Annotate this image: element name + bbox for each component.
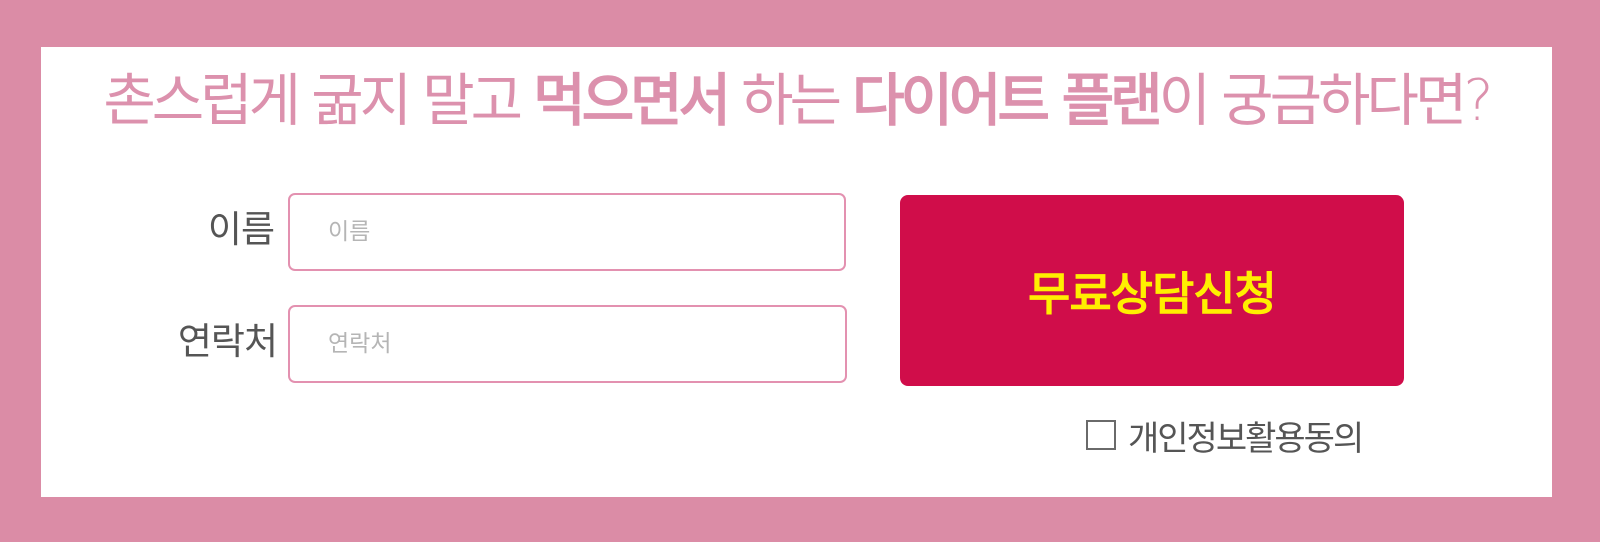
headline: 촌스럽게 굶지 말고 먹으면서 하는 다이어트 플랜이 궁금하다면?: [41, 65, 1552, 137]
name-label: 이름: [207, 208, 275, 251]
free-consultation-submit-button[interactable]: 무료상담신청: [900, 195, 1404, 386]
headline-part-3: 하는: [727, 68, 853, 134]
privacy-consent[interactable]: 개인정보활용동의: [1086, 413, 1364, 459]
name-input[interactable]: [288, 193, 846, 271]
headline-emphasis-2: 다이어트 플랜: [852, 68, 1162, 134]
headline-part-1: 촌스럽게 굶지 말고: [103, 68, 534, 134]
phone-input[interactable]: [288, 305, 847, 383]
submit-button-label: 무료상담신청: [1028, 266, 1277, 321]
headline-emphasis-1: 먹으면서: [533, 68, 731, 134]
privacy-consent-checkbox[interactable]: [1086, 420, 1116, 450]
consultation-form-panel: 촌스럽게 굶지 말고 먹으면서 하는 다이어트 플랜이 궁금하다면? 이름 연락…: [41, 47, 1552, 497]
phone-label: 연락처: [177, 320, 278, 363]
privacy-consent-label: 개인정보활용동의: [1128, 418, 1364, 459]
headline-part-5: 이 궁금하다면?: [1158, 68, 1494, 134]
